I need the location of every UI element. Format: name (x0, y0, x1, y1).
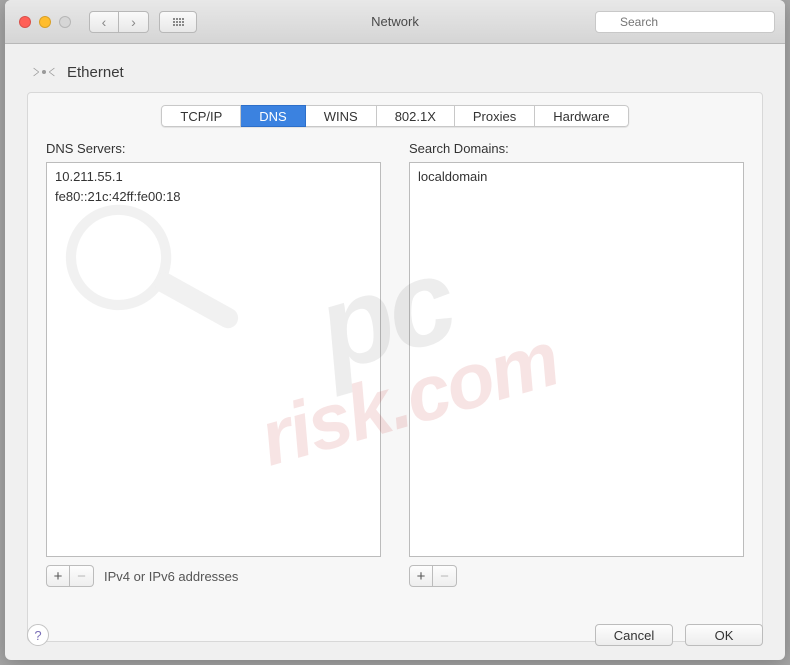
zoom-window-button (59, 16, 71, 28)
domains-footer: + − (409, 565, 744, 587)
bottom-actions: ? Cancel OK (27, 624, 763, 646)
section-header: Ethernet (31, 62, 763, 82)
ethernet-icon (31, 62, 57, 82)
tab-wins[interactable]: WINS (306, 105, 377, 127)
tab-bar: TCP/IP DNS WINS 802.1X Proxies Hardware (46, 105, 744, 127)
domains-add-button[interactable]: + (409, 565, 433, 587)
tab-dns[interactable]: DNS (241, 105, 305, 127)
settings-card: TCP/IP DNS WINS 802.1X Proxies Hardware … (27, 92, 763, 642)
domains-remove-button: − (433, 565, 457, 587)
chevron-right-icon: › (131, 14, 136, 30)
dns-servers-label: DNS Servers: (46, 141, 381, 156)
list-item[interactable]: localdomain (418, 167, 735, 187)
action-buttons: Cancel OK (595, 624, 763, 646)
preferences-window: ‹ › Network (5, 0, 785, 660)
tab-hardware[interactable]: Hardware (535, 105, 628, 127)
window-titlebar: ‹ › Network (5, 0, 785, 44)
grid-icon (173, 18, 184, 26)
traffic-lights (19, 16, 71, 28)
close-window-button[interactable] (19, 16, 31, 28)
show-all-button[interactable] (159, 11, 197, 33)
help-button[interactable]: ? (27, 624, 49, 646)
dns-footer: + − IPv4 or IPv6 addresses (46, 565, 381, 587)
tab-tcpip[interactable]: TCP/IP (161, 105, 241, 127)
search-domains-pane: Search Domains: localdomain + − (409, 141, 744, 587)
tab-proxies[interactable]: Proxies (455, 105, 535, 127)
minimize-window-button[interactable] (39, 16, 51, 28)
cancel-button[interactable]: Cancel (595, 624, 673, 646)
forward-button[interactable]: › (119, 11, 149, 33)
tab-8021x[interactable]: 802.1X (377, 105, 455, 127)
search-domains-list[interactable]: localdomain (409, 162, 744, 557)
list-item[interactable]: 10.211.55.1 (55, 167, 372, 187)
domains-add-remove: + − (409, 565, 457, 587)
nav-back-forward: ‹ › (89, 11, 149, 33)
dns-remove-button: − (70, 565, 94, 587)
dns-add-remove: + − (46, 565, 94, 587)
tabbar-group: TCP/IP DNS WINS 802.1X Proxies Hardware (161, 105, 628, 127)
dns-add-button[interactable]: + (46, 565, 70, 587)
section-title: Ethernet (67, 64, 124, 81)
content-area: Ethernet TCP/IP DNS WINS 802.1X Proxies … (5, 44, 785, 660)
back-button[interactable]: ‹ (89, 11, 119, 33)
chevron-left-icon: ‹ (102, 14, 107, 30)
search-input[interactable] (595, 11, 775, 33)
dns-hint: IPv4 or IPv6 addresses (104, 569, 238, 584)
search-wrap (595, 11, 775, 33)
ok-button[interactable]: OK (685, 624, 763, 646)
search-domains-label: Search Domains: (409, 141, 744, 156)
